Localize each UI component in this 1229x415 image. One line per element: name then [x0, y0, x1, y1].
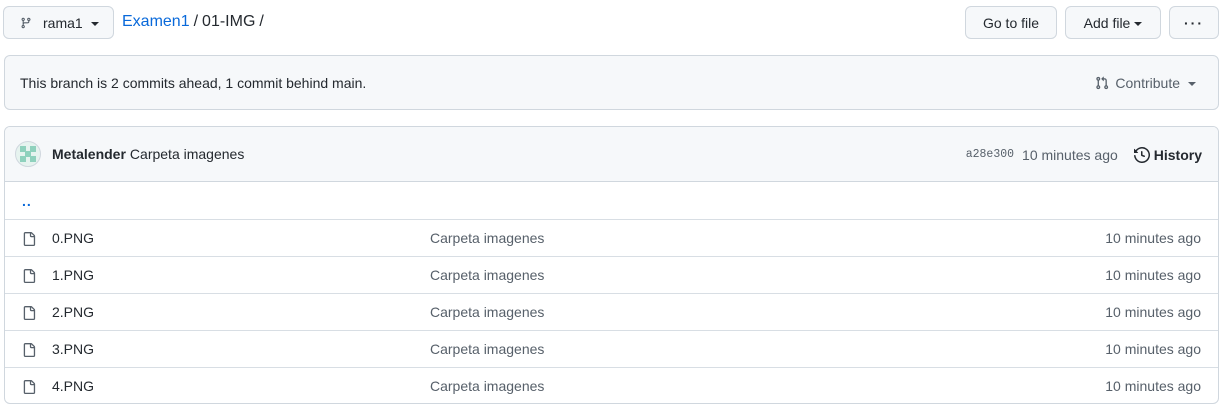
- branch-status-text: This branch is 2 commits ahead, 1 commit…: [20, 74, 367, 91]
- commit-meta: a28e300 10 minutes ago History: [966, 127, 1202, 182]
- file-name-link[interactable]: 4.PNG: [52, 378, 94, 394]
- file-icon: [23, 269, 36, 283]
- breadcrumb: Examen1 / 01-IMG /: [122, 13, 264, 31]
- file-icon: [23, 380, 36, 394]
- file-name-link[interactable]: 1.PNG: [52, 267, 94, 283]
- file-browser: Metalender Carpeta imagenes a28e300 10 m…: [4, 126, 1219, 404]
- contribute-button[interactable]: Contribute: [1095, 75, 1196, 91]
- go-to-file-button[interactable]: Go to file: [965, 6, 1057, 39]
- breadcrumb-folder: 01-IMG: [202, 13, 256, 30]
- table-row: 1.PNG Carpeta imagenes 10 minutes ago: [5, 256, 1218, 293]
- branch-status-bar: This branch is 2 commits ahead, 1 commit…: [4, 55, 1219, 110]
- chevron-down-icon: [1134, 21, 1143, 26]
- add-file-label: Add file: [1083, 14, 1131, 31]
- file-commit-message[interactable]: Carpeta imagenes: [430, 267, 544, 283]
- more-options-button[interactable]: ···: [1169, 6, 1219, 39]
- git-branch-icon: [21, 17, 31, 28]
- file-age: 10 minutes ago: [1105, 378, 1201, 394]
- file-name-link[interactable]: 3.PNG: [52, 341, 94, 357]
- file-name-link[interactable]: 2.PNG: [52, 304, 94, 320]
- file-age: 10 minutes ago: [1105, 267, 1201, 283]
- chevron-down-icon: [1188, 82, 1196, 86]
- commit-author[interactable]: Metalender: [52, 146, 126, 162]
- file-icon: [23, 232, 36, 246]
- file-icon: [23, 306, 36, 320]
- commit-time: 10 minutes ago: [1022, 146, 1118, 163]
- file-age: 10 minutes ago: [1105, 341, 1201, 357]
- table-row: 4.PNG Carpeta imagenes 10 minutes ago: [5, 367, 1218, 403]
- file-name-link[interactable]: 0.PNG: [52, 230, 94, 246]
- branch-name: rama1: [43, 14, 83, 31]
- breadcrumb-separator: /: [193, 13, 199, 30]
- history-icon: [1133, 146, 1150, 163]
- file-commit-message[interactable]: Carpeta imagenes: [430, 341, 544, 357]
- parent-directory-row[interactable]: ..: [5, 182, 1218, 219]
- commit-sha[interactable]: a28e300: [966, 148, 1014, 161]
- history-button[interactable]: History: [1133, 146, 1202, 163]
- chevron-down-icon: [90, 21, 99, 26]
- add-file-button[interactable]: Add file: [1065, 6, 1161, 39]
- breadcrumb-repo-link[interactable]: Examen1: [122, 13, 190, 31]
- file-commit-message[interactable]: Carpeta imagenes: [430, 378, 544, 394]
- commit-message[interactable]: Carpeta imagenes: [130, 146, 244, 162]
- file-age: 10 minutes ago: [1105, 304, 1201, 320]
- file-commit-message[interactable]: Carpeta imagenes: [430, 230, 544, 246]
- table-row: 3.PNG Carpeta imagenes 10 minutes ago: [5, 330, 1218, 367]
- table-row: 2.PNG Carpeta imagenes 10 minutes ago: [5, 293, 1218, 330]
- avatar[interactable]: [15, 141, 41, 167]
- parent-directory-link[interactable]: ..: [22, 193, 32, 209]
- repo-toolbar: rama1 Examen1 / 01-IMG / Go to file Add …: [3, 6, 1219, 40]
- contribute-label: Contribute: [1115, 75, 1180, 91]
- pull-request-icon: [1096, 76, 1109, 90]
- file-icon: [23, 343, 36, 357]
- latest-commit-header: Metalender Carpeta imagenes a28e300 10 m…: [5, 127, 1218, 182]
- table-row: 0.PNG Carpeta imagenes 10 minutes ago: [5, 219, 1218, 256]
- history-label: History: [1153, 146, 1202, 163]
- breadcrumb-separator: /: [259, 13, 264, 30]
- file-age: 10 minutes ago: [1105, 230, 1201, 246]
- file-commit-message[interactable]: Carpeta imagenes: [430, 304, 544, 320]
- branch-select-button[interactable]: rama1: [3, 6, 114, 39]
